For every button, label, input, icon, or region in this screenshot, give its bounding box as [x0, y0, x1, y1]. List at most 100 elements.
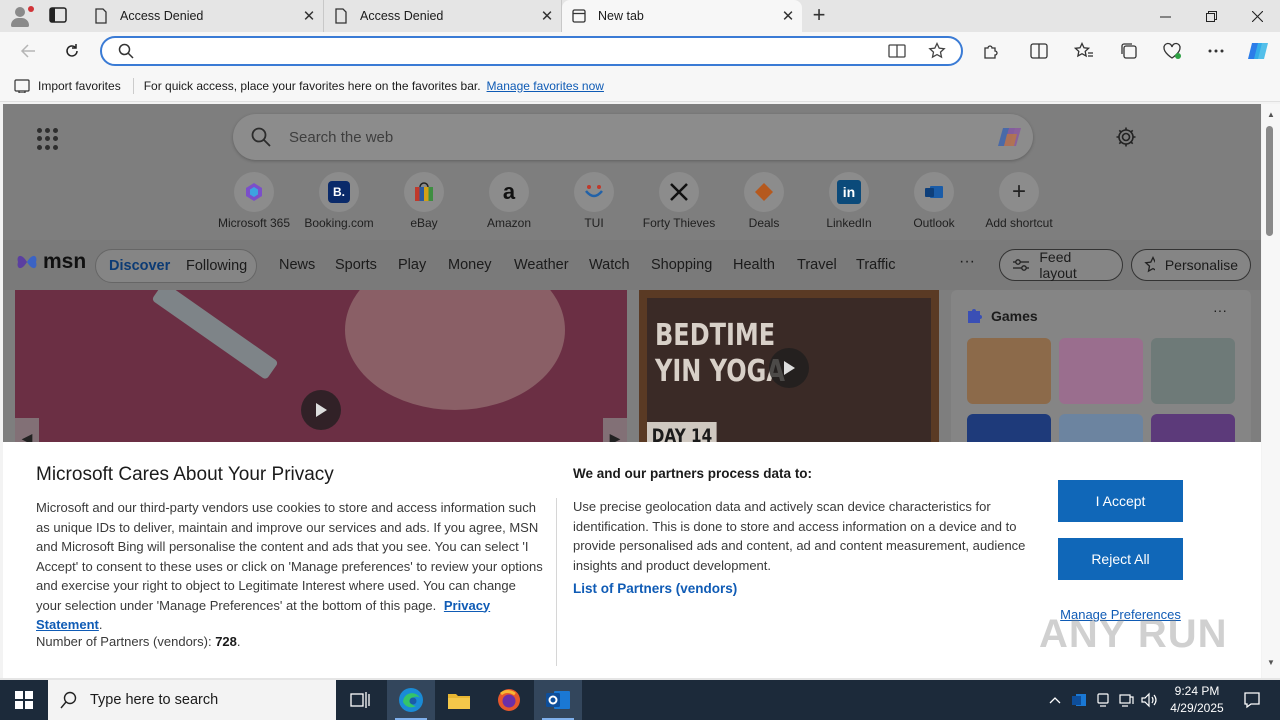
page-scrollbar[interactable]: ▲ ▼ [1262, 104, 1280, 678]
shortcut-deals[interactable]: Deals [721, 172, 807, 230]
shortcut-booking[interactable]: B. Booking.com [296, 172, 382, 230]
collections-button[interactable] [1115, 38, 1143, 64]
privacy-body-text: Microsoft and our third-party vendors us… [36, 500, 543, 613]
address-bar[interactable] [100, 36, 963, 66]
play-icon[interactable] [769, 348, 809, 388]
start-button[interactable] [0, 680, 48, 720]
tab-access-denied-1[interactable]: Access Denied ✕ [84, 0, 324, 32]
import-favorites-button[interactable]: Import favorites [14, 79, 121, 93]
copilot-icon[interactable] [995, 122, 1025, 152]
copilot-button[interactable] [1244, 38, 1272, 64]
close-window-button[interactable] [1234, 0, 1280, 32]
nav-more-icon[interactable]: ··· [959, 253, 975, 271]
nav-sports[interactable]: Sports [335, 257, 377, 273]
reject-all-button[interactable]: Reject All [1058, 538, 1183, 580]
browser-toolbar [0, 32, 1280, 70]
page-settings-gear-icon[interactable] [1115, 126, 1137, 148]
nav-traffic[interactable]: Traffic [856, 257, 895, 273]
privacy-consent-banner: Microsoft Cares About Your Privacy Micro… [3, 442, 1261, 678]
nav-watch[interactable]: Watch [589, 257, 630, 273]
tray-overflow-chevron-icon[interactable] [1044, 680, 1066, 720]
shortcut-tui[interactable]: TUI [551, 172, 637, 230]
personalise-button[interactable]: Personalise [1131, 249, 1251, 281]
games-widget: Games ··· [951, 290, 1251, 480]
list-of-partners-link[interactable]: List of Partners (vendors) [573, 581, 737, 596]
favorites-button[interactable] [1070, 38, 1098, 64]
tab-following[interactable]: Following [186, 258, 247, 274]
taskbar-outlook[interactable] [534, 680, 582, 720]
tray-network-icon[interactable] [1115, 680, 1137, 720]
game-tile[interactable] [967, 338, 1051, 404]
tab-access-denied-2[interactable]: Access Denied ✕ [324, 0, 562, 32]
app-launcher-icon[interactable] [37, 128, 59, 150]
play-icon[interactable] [301, 390, 341, 430]
shortcut-label: LinkedIn [826, 216, 872, 230]
shortcut-ebay[interactable]: eBay [381, 172, 467, 230]
restore-button[interactable] [1188, 0, 1234, 32]
browser-essentials-button[interactable] [1158, 38, 1186, 64]
nav-money[interactable]: Money [448, 257, 492, 273]
settings-more-button[interactable] [1202, 38, 1230, 64]
game-tile[interactable] [1059, 338, 1143, 404]
tab-actions-icon[interactable] [48, 6, 72, 26]
msn-logo[interactable]: msn [15, 250, 86, 274]
address-input[interactable] [142, 42, 882, 60]
shortcut-outlook[interactable]: Outlook [891, 172, 977, 230]
task-view-button[interactable] [336, 680, 384, 720]
deals-icon [744, 172, 784, 212]
extensions-button[interactable] [977, 38, 1005, 64]
game-tile[interactable] [1151, 338, 1235, 404]
taskbar-file-explorer[interactable] [435, 680, 483, 720]
scroll-up-icon[interactable]: ▲ [1267, 110, 1275, 119]
profile-avatar-icon[interactable] [8, 4, 34, 28]
tab-title: New tab [598, 9, 644, 23]
close-tab-icon[interactable]: ✕ [774, 2, 802, 30]
minimize-button[interactable] [1142, 0, 1188, 32]
nav-health[interactable]: Health [733, 257, 775, 273]
shortcut-forty-thieves[interactable]: Forty Thieves [636, 172, 722, 230]
tray-volume-icon[interactable] [1139, 680, 1161, 720]
shortcut-amazon[interactable]: a Amazon [466, 172, 552, 230]
feed-card-yoga[interactable]: BEDTIME YIN YOGA DAY 14 [639, 290, 939, 450]
shortcut-linkedin[interactable]: in LinkedIn [806, 172, 892, 230]
split-screen-button[interactable] [1025, 38, 1053, 64]
taskbar-search-box[interactable]: Type here to search [48, 680, 336, 720]
search-icon [60, 691, 77, 709]
games-more-icon[interactable]: ··· [1213, 302, 1227, 318]
tab-new-tab[interactable]: New tab ✕ [562, 0, 802, 32]
feed-card-video[interactable]: ◀ ▶ [15, 290, 627, 450]
tray-outlook-icon[interactable] [1068, 680, 1090, 720]
nav-travel[interactable]: Travel [797, 257, 837, 273]
card-image-tool [151, 290, 279, 381]
new-tab-button[interactable]: + [806, 3, 832, 29]
back-button[interactable] [14, 38, 42, 64]
nav-shopping[interactable]: Shopping [651, 257, 712, 273]
web-search-box[interactable]: Search the web [233, 114, 1033, 160]
scroll-down-icon[interactable]: ▼ [1267, 658, 1275, 667]
add-favorite-star-icon[interactable] [928, 42, 946, 60]
privacy-divider [556, 498, 557, 666]
favbar-divider [132, 77, 134, 94]
yoga-title-line1: BEDTIME [655, 318, 776, 353]
close-tab-icon[interactable]: ✕ [533, 2, 561, 30]
immersive-reader-icon[interactable] [888, 43, 906, 59]
manage-favorites-link[interactable]: Manage favorites now [487, 79, 604, 93]
notification-center-button[interactable] [1232, 680, 1272, 720]
newtab-icon [572, 9, 586, 23]
tab-discover[interactable]: Discover [109, 258, 170, 274]
nav-weather[interactable]: Weather [514, 257, 569, 273]
feed-layout-button[interactable]: Feed layout [999, 249, 1123, 281]
shortcut-microsoft-365[interactable]: Microsoft 365 [211, 172, 297, 230]
nav-news[interactable]: News [279, 257, 315, 273]
taskbar-firefox[interactable] [485, 680, 533, 720]
shortcut-add[interactable]: + Add shortcut [976, 172, 1062, 230]
taskbar-clock[interactable]: 9:24 PM 4/29/2025 [1162, 683, 1232, 717]
refresh-button[interactable] [58, 38, 86, 64]
scrollbar-thumb[interactable] [1266, 126, 1273, 236]
taskbar-edge[interactable] [387, 680, 435, 720]
search-icon [118, 43, 134, 59]
nav-play[interactable]: Play [398, 257, 426, 273]
tray-device-icon[interactable] [1092, 680, 1114, 720]
accept-button[interactable]: I Accept [1058, 480, 1183, 522]
close-tab-icon[interactable]: ✕ [295, 2, 323, 30]
